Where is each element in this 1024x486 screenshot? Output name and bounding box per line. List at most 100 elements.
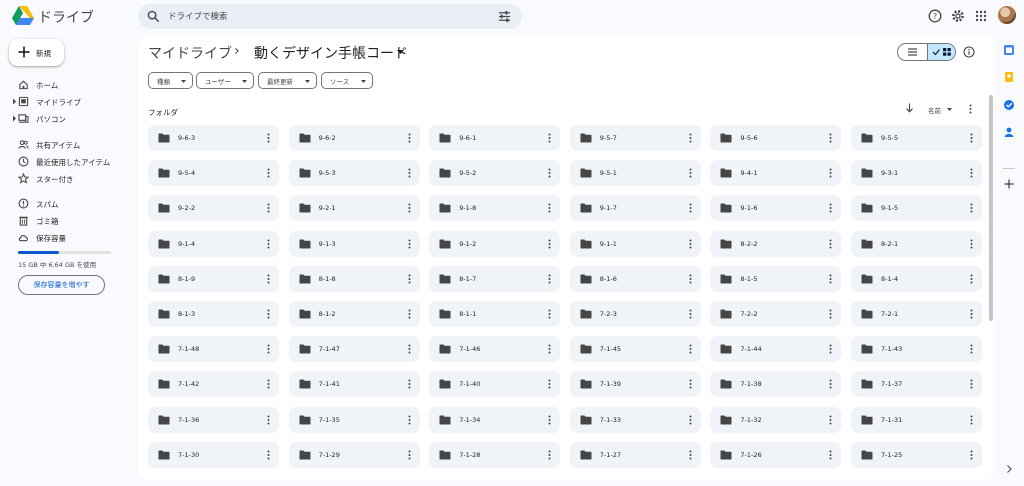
folder-tile[interactable]: 7-1-29 — [288, 441, 420, 468]
more-options-icon[interactable] — [548, 133, 551, 143]
folder-tile[interactable]: 9-5-6 — [710, 125, 842, 151]
filter-people[interactable]: ユーザー — [196, 72, 254, 89]
folder-tile[interactable]: 9-5-2 — [429, 160, 561, 187]
more-options-icon[interactable] — [408, 274, 411, 284]
folder-tile[interactable]: 9-6-1 — [429, 125, 561, 151]
folder-tile[interactable]: 8-1-9 — [148, 265, 279, 292]
sidebar-item-trash[interactable]: ゴミ箱 — [0, 213, 125, 229]
more-options-icon[interactable] — [267, 203, 270, 213]
apps-grid-icon[interactable] — [974, 9, 988, 23]
more-options-icon[interactable] — [408, 344, 411, 354]
more-options-icon[interactable] — [408, 168, 411, 178]
folder-tile[interactable]: 9-1-8 — [429, 195, 561, 222]
more-options-icon[interactable] — [689, 309, 692, 319]
folder-menu-caret-icon[interactable] — [397, 50, 404, 54]
folder-tile[interactable]: 7-1-39 — [569, 371, 701, 398]
filter-source[interactable]: ソース — [321, 72, 373, 89]
more-options-icon[interactable] — [689, 274, 692, 284]
sidebar-item-spam[interactable]: スパム — [0, 196, 125, 212]
list-view-button[interactable] — [898, 44, 927, 60]
sidebar-item-computers[interactable]: パソコン — [0, 111, 125, 127]
more-options-icon[interactable] — [689, 239, 692, 249]
folder-tile[interactable]: 9-1-5 — [851, 195, 982, 222]
get-more-storage-button[interactable]: 保存容量を増やす — [18, 275, 105, 295]
sidebar-item-shared[interactable]: 共有アイテム — [0, 137, 125, 153]
more-options-icon[interactable] — [548, 168, 551, 178]
more-options-icon[interactable] — [408, 203, 411, 213]
breadcrumb-my-drive[interactable]: マイドライブ — [148, 43, 232, 63]
folder-tile[interactable]: 8-2-2 — [710, 230, 842, 257]
folder-tile[interactable]: 9-5-7 — [569, 125, 701, 151]
new-button[interactable]: 新規 — [9, 39, 64, 66]
folder-tile[interactable]: 9-1-7 — [569, 195, 701, 222]
folder-tile[interactable]: 7-1-38 — [710, 371, 842, 398]
folder-tile[interactable]: 7-1-48 — [148, 336, 279, 363]
more-options-icon[interactable] — [267, 379, 270, 389]
folder-tile[interactable]: 7-2-1 — [851, 301, 982, 327]
more-options-icon[interactable] — [829, 168, 832, 178]
more-options-icon[interactable] — [408, 450, 411, 460]
contacts-icon[interactable] — [1003, 126, 1015, 138]
more-options-icon[interactable] — [970, 274, 973, 284]
folder-tile[interactable]: 9-5-4 — [148, 160, 279, 187]
folder-tile[interactable]: 7-2-2 — [710, 301, 842, 327]
more-options-icon[interactable] — [548, 415, 551, 425]
folder-tile[interactable]: 7-1-31 — [851, 406, 982, 433]
more-options-icon[interactable] — [829, 203, 832, 213]
folder-tile[interactable]: 8-1-5 — [710, 265, 842, 292]
folder-tile[interactable]: 7-1-33 — [569, 406, 701, 433]
folder-tile[interactable]: 9-1-2 — [429, 230, 561, 257]
folder-tile[interactable]: 7-1-45 — [569, 336, 701, 363]
calendar-icon[interactable] — [1003, 44, 1015, 56]
folder-tile[interactable]: 7-1-28 — [429, 441, 561, 468]
folder-tile[interactable]: 8-2-1 — [851, 230, 982, 257]
folder-tile[interactable]: 9-5-3 — [288, 160, 420, 187]
sidebar-item-starred[interactable]: スター付き — [0, 171, 125, 187]
more-options-icon[interactable] — [829, 133, 832, 143]
more-options-icon[interactable] — [689, 344, 692, 354]
sort-direction-icon[interactable] — [905, 103, 914, 113]
more-options-icon[interactable] — [829, 415, 832, 425]
more-options-icon[interactable] — [408, 133, 411, 143]
folder-tile[interactable]: 7-1-43 — [851, 336, 982, 363]
folder-tile[interactable]: 9-5-1 — [569, 160, 701, 187]
more-options-icon[interactable] — [829, 344, 832, 354]
settings-icon[interactable] — [951, 9, 965, 23]
folder-tile[interactable]: 8-1-6 — [569, 265, 701, 292]
folder-tile[interactable]: 7-1-27 — [569, 441, 701, 468]
folder-tile[interactable]: 9-1-4 — [148, 230, 279, 257]
more-options-icon[interactable] — [969, 104, 972, 114]
expand-arrow-icon[interactable] — [12, 115, 17, 122]
sidebar-item-home[interactable]: ホーム — [0, 77, 125, 93]
chevron-right-icon[interactable] — [1005, 464, 1013, 474]
sidebar-item-storage[interactable]: 保存容量 — [0, 230, 125, 246]
sort-by-button[interactable]: 名前 — [928, 105, 941, 115]
scrollbar-thumb[interactable] — [989, 95, 993, 321]
more-options-icon[interactable] — [689, 450, 692, 460]
more-options-icon[interactable] — [829, 309, 832, 319]
folder-tile[interactable]: 7-1-40 — [429, 371, 561, 398]
folder-tile[interactable]: 9-2-1 — [288, 195, 420, 222]
more-options-icon[interactable] — [689, 168, 692, 178]
folder-tile[interactable]: 7-1-36 — [148, 406, 279, 433]
filter-type[interactable]: 種類 — [148, 72, 193, 89]
folder-tile[interactable]: 9-1-6 — [710, 195, 842, 222]
more-options-icon[interactable] — [689, 379, 692, 389]
more-options-icon[interactable] — [970, 168, 973, 178]
folder-tile[interactable]: 9-5-5 — [851, 125, 982, 151]
search-icon[interactable] — [147, 10, 160, 23]
more-options-icon[interactable] — [829, 274, 832, 284]
folder-tile[interactable]: 7-2-3 — [569, 301, 701, 327]
folder-tile[interactable]: 7-1-35 — [288, 406, 420, 433]
search-options-icon[interactable] — [498, 10, 511, 23]
folder-tile[interactable]: 9-3-1 — [851, 160, 982, 187]
folder-tile[interactable]: 7-1-44 — [710, 336, 842, 363]
more-options-icon[interactable] — [548, 379, 551, 389]
more-options-icon[interactable] — [267, 344, 270, 354]
folder-tile[interactable]: 7-1-25 — [851, 441, 982, 468]
more-options-icon[interactable] — [689, 415, 692, 425]
more-options-icon[interactable] — [970, 344, 973, 354]
more-options-icon[interactable] — [548, 203, 551, 213]
more-options-icon[interactable] — [689, 203, 692, 213]
chevron-down-icon[interactable] — [947, 108, 952, 111]
